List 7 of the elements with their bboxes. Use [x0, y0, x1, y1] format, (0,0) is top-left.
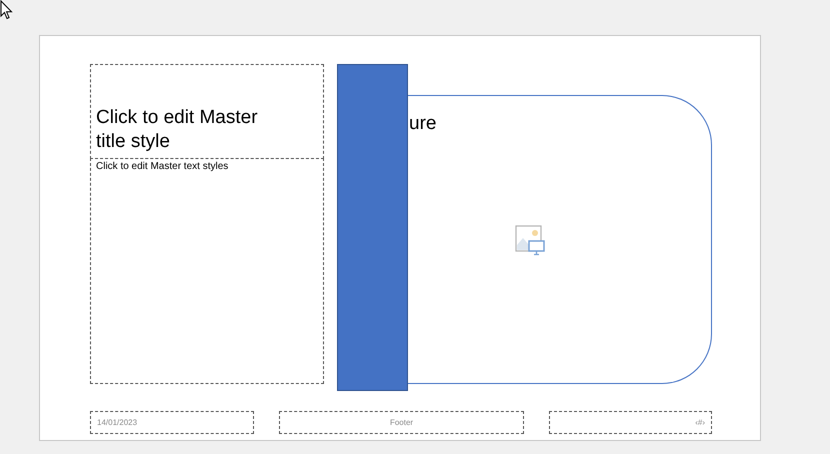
text-placeholder[interactable]: Click to edit Master text styles — [90, 158, 324, 384]
slide-number-placeholder[interactable]: ‹#› — [549, 411, 712, 434]
title-placeholder[interactable]: Click to edit Master title style — [90, 64, 324, 159]
mouse-pointer-icon — [0, 0, 13, 20]
rectangle-shape[interactable] — [337, 64, 408, 391]
picture-icon — [515, 225, 545, 256]
date-placeholder[interactable]: 14/01/2023 — [90, 411, 254, 434]
